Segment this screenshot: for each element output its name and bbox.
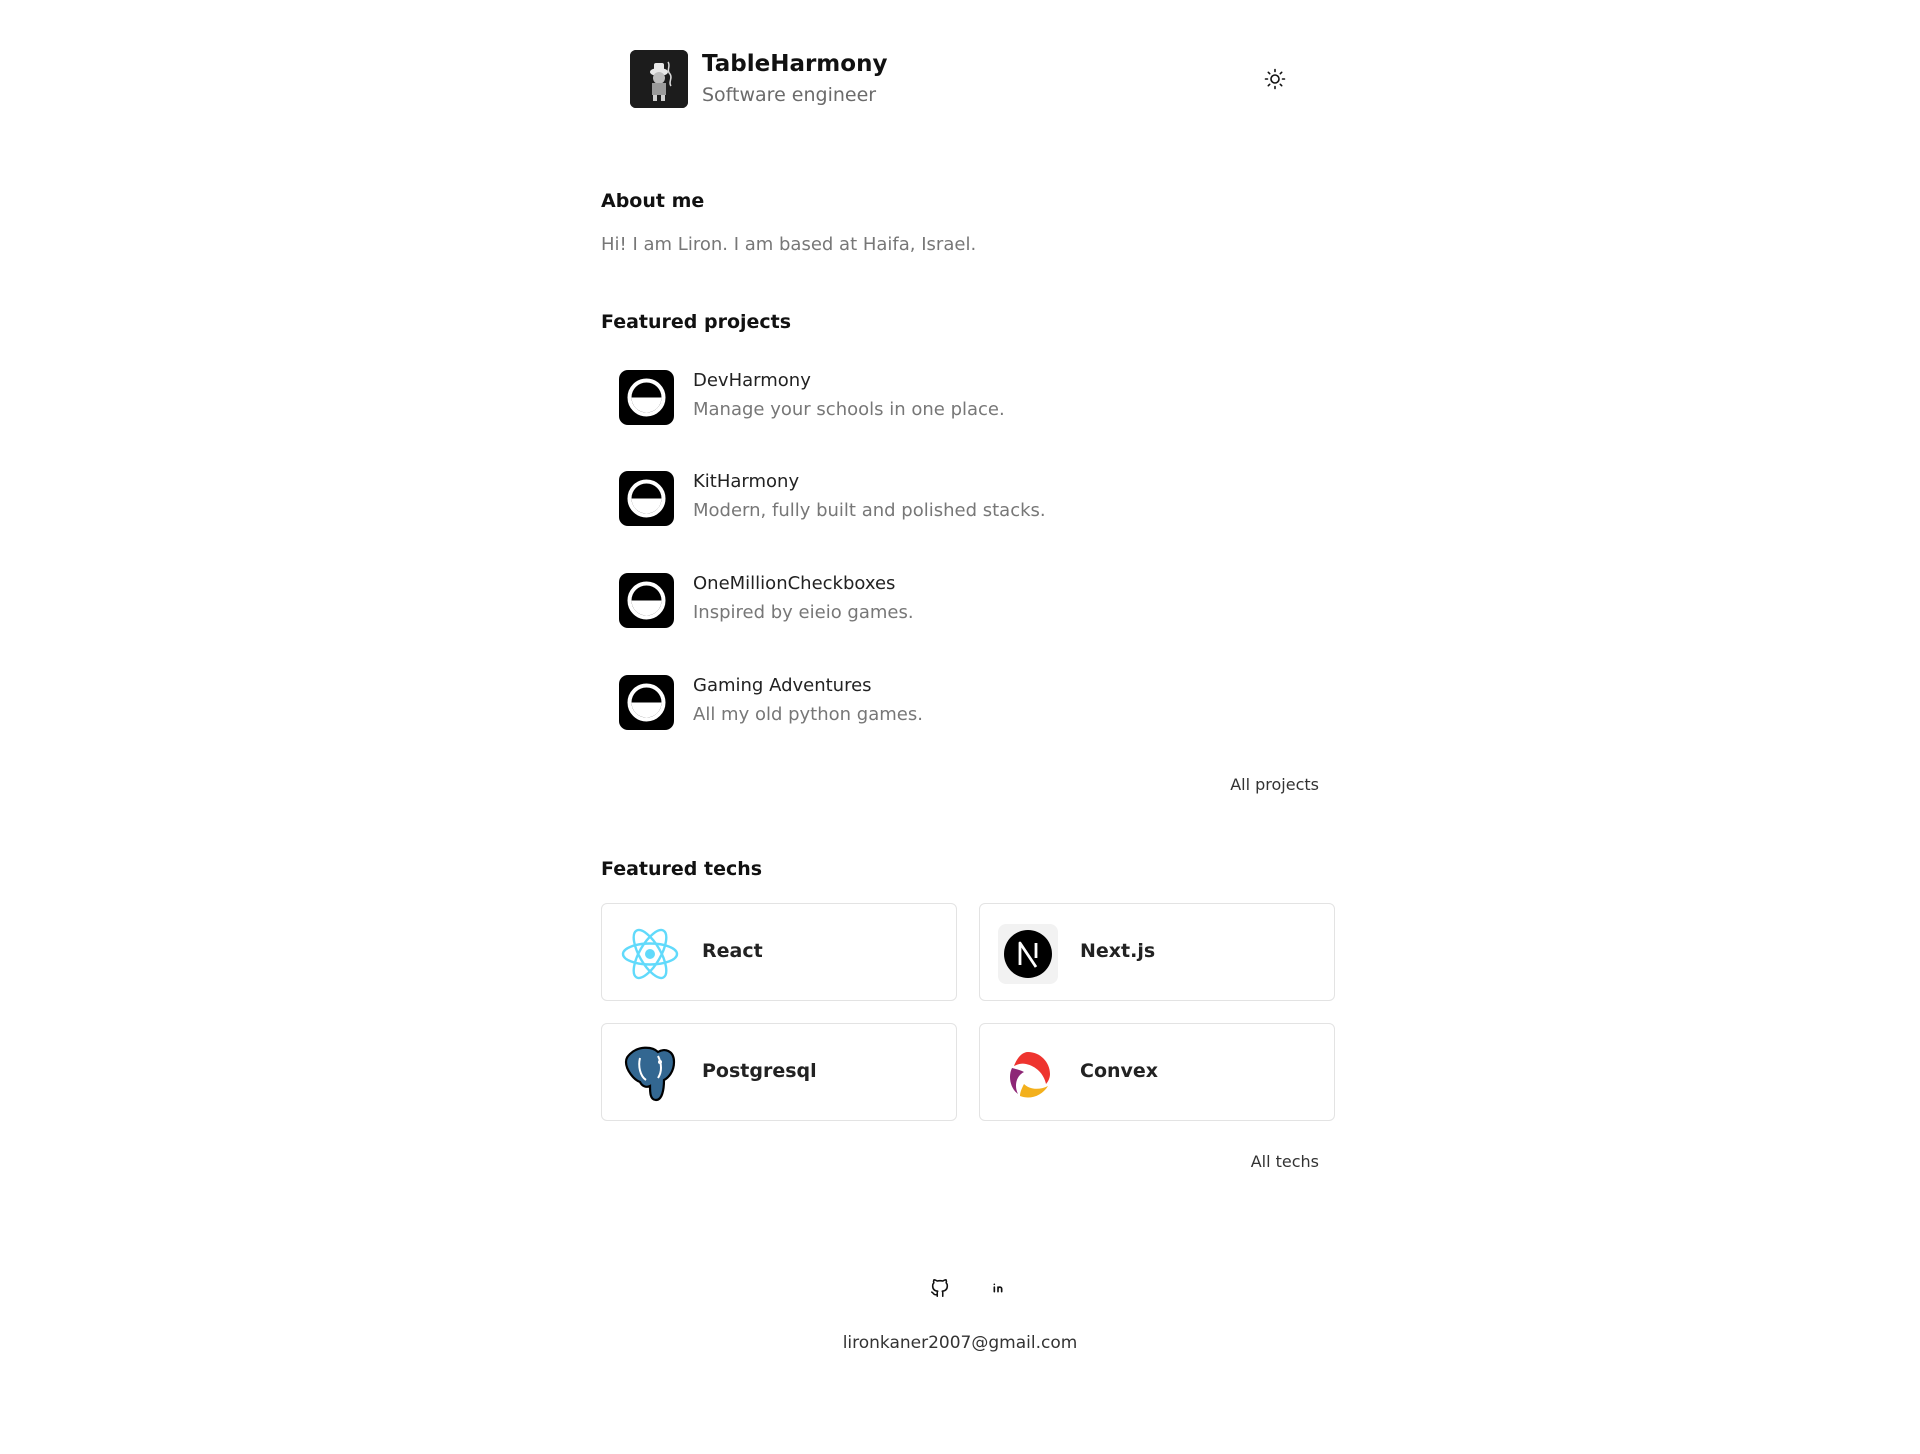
linkedin-link[interactable] (987, 1277, 1009, 1299)
project-description: All my old python games. (693, 704, 923, 725)
convex-icon (998, 1044, 1058, 1104)
project-logo-icon (619, 471, 674, 526)
project-logo-icon (619, 370, 674, 425)
all-techs-link[interactable]: All techs (1251, 1152, 1319, 1171)
site-title: TableHarmony (702, 51, 888, 77)
tech-card-nextjs[interactable]: Next.js (979, 903, 1335, 1001)
projects-heading: Featured projects (601, 311, 792, 333)
project-item-kitharmony[interactable]: KitHarmony Modern, fully built and polis… (619, 471, 1179, 527)
linkedin-icon (993, 1283, 1003, 1293)
tech-name: Next.js (1080, 940, 1156, 962)
about-heading: About me (601, 190, 705, 212)
tech-card-react[interactable]: React (601, 903, 957, 1001)
sun-icon (1264, 68, 1286, 90)
about-text: Hi! I am Liron. I am based at Haifa, Isr… (601, 234, 977, 255)
tech-card-postgresql[interactable]: Postgresql (601, 1023, 957, 1121)
tech-card-convex[interactable]: Convex (979, 1023, 1335, 1121)
project-name: KitHarmony (693, 471, 800, 492)
avatar-image (630, 50, 688, 108)
project-name: Gaming Adventures (693, 675, 872, 696)
project-logo-icon (619, 675, 674, 730)
project-description: Manage your schools in one place. (693, 399, 1005, 420)
tech-name: React (702, 940, 763, 962)
project-description: Modern, fully built and polished stacks. (693, 500, 1046, 521)
github-link[interactable] (929, 1277, 951, 1299)
project-logo-icon (619, 573, 674, 628)
nextjs-icon (998, 924, 1058, 984)
react-icon (620, 924, 680, 984)
project-item-devharmony[interactable]: DevHarmony Manage your schools in one pl… (619, 370, 1179, 426)
contact-email[interactable]: lironkaner2007@gmail.com (0, 1333, 1920, 1353)
all-projects-link[interactable]: All projects (1230, 775, 1319, 794)
site-subtitle: Software engineer (702, 84, 877, 106)
theme-toggle-button[interactable] (1263, 67, 1287, 91)
project-name: DevHarmony (693, 370, 811, 391)
project-item-gaming-adventures[interactable]: Gaming Adventures All my old python game… (619, 675, 1179, 731)
tech-name: Postgresql (702, 1060, 817, 1082)
page: TableHarmony Software engineer About me … (0, 0, 1920, 1454)
tech-name: Convex (1080, 1060, 1159, 1082)
project-description: Inspired by eieio games. (693, 602, 914, 623)
avatar[interactable] (630, 50, 688, 108)
postgresql-icon (620, 1044, 680, 1104)
techs-heading: Featured techs (601, 858, 763, 880)
project-name: OneMillionCheckboxes (693, 573, 896, 594)
site-header: TableHarmony Software engineer (630, 50, 1290, 110)
project-item-onemillioncheckboxes[interactable]: OneMillionCheckboxes Inspired by eieio g… (619, 573, 1179, 629)
github-icon (930, 1279, 949, 1298)
